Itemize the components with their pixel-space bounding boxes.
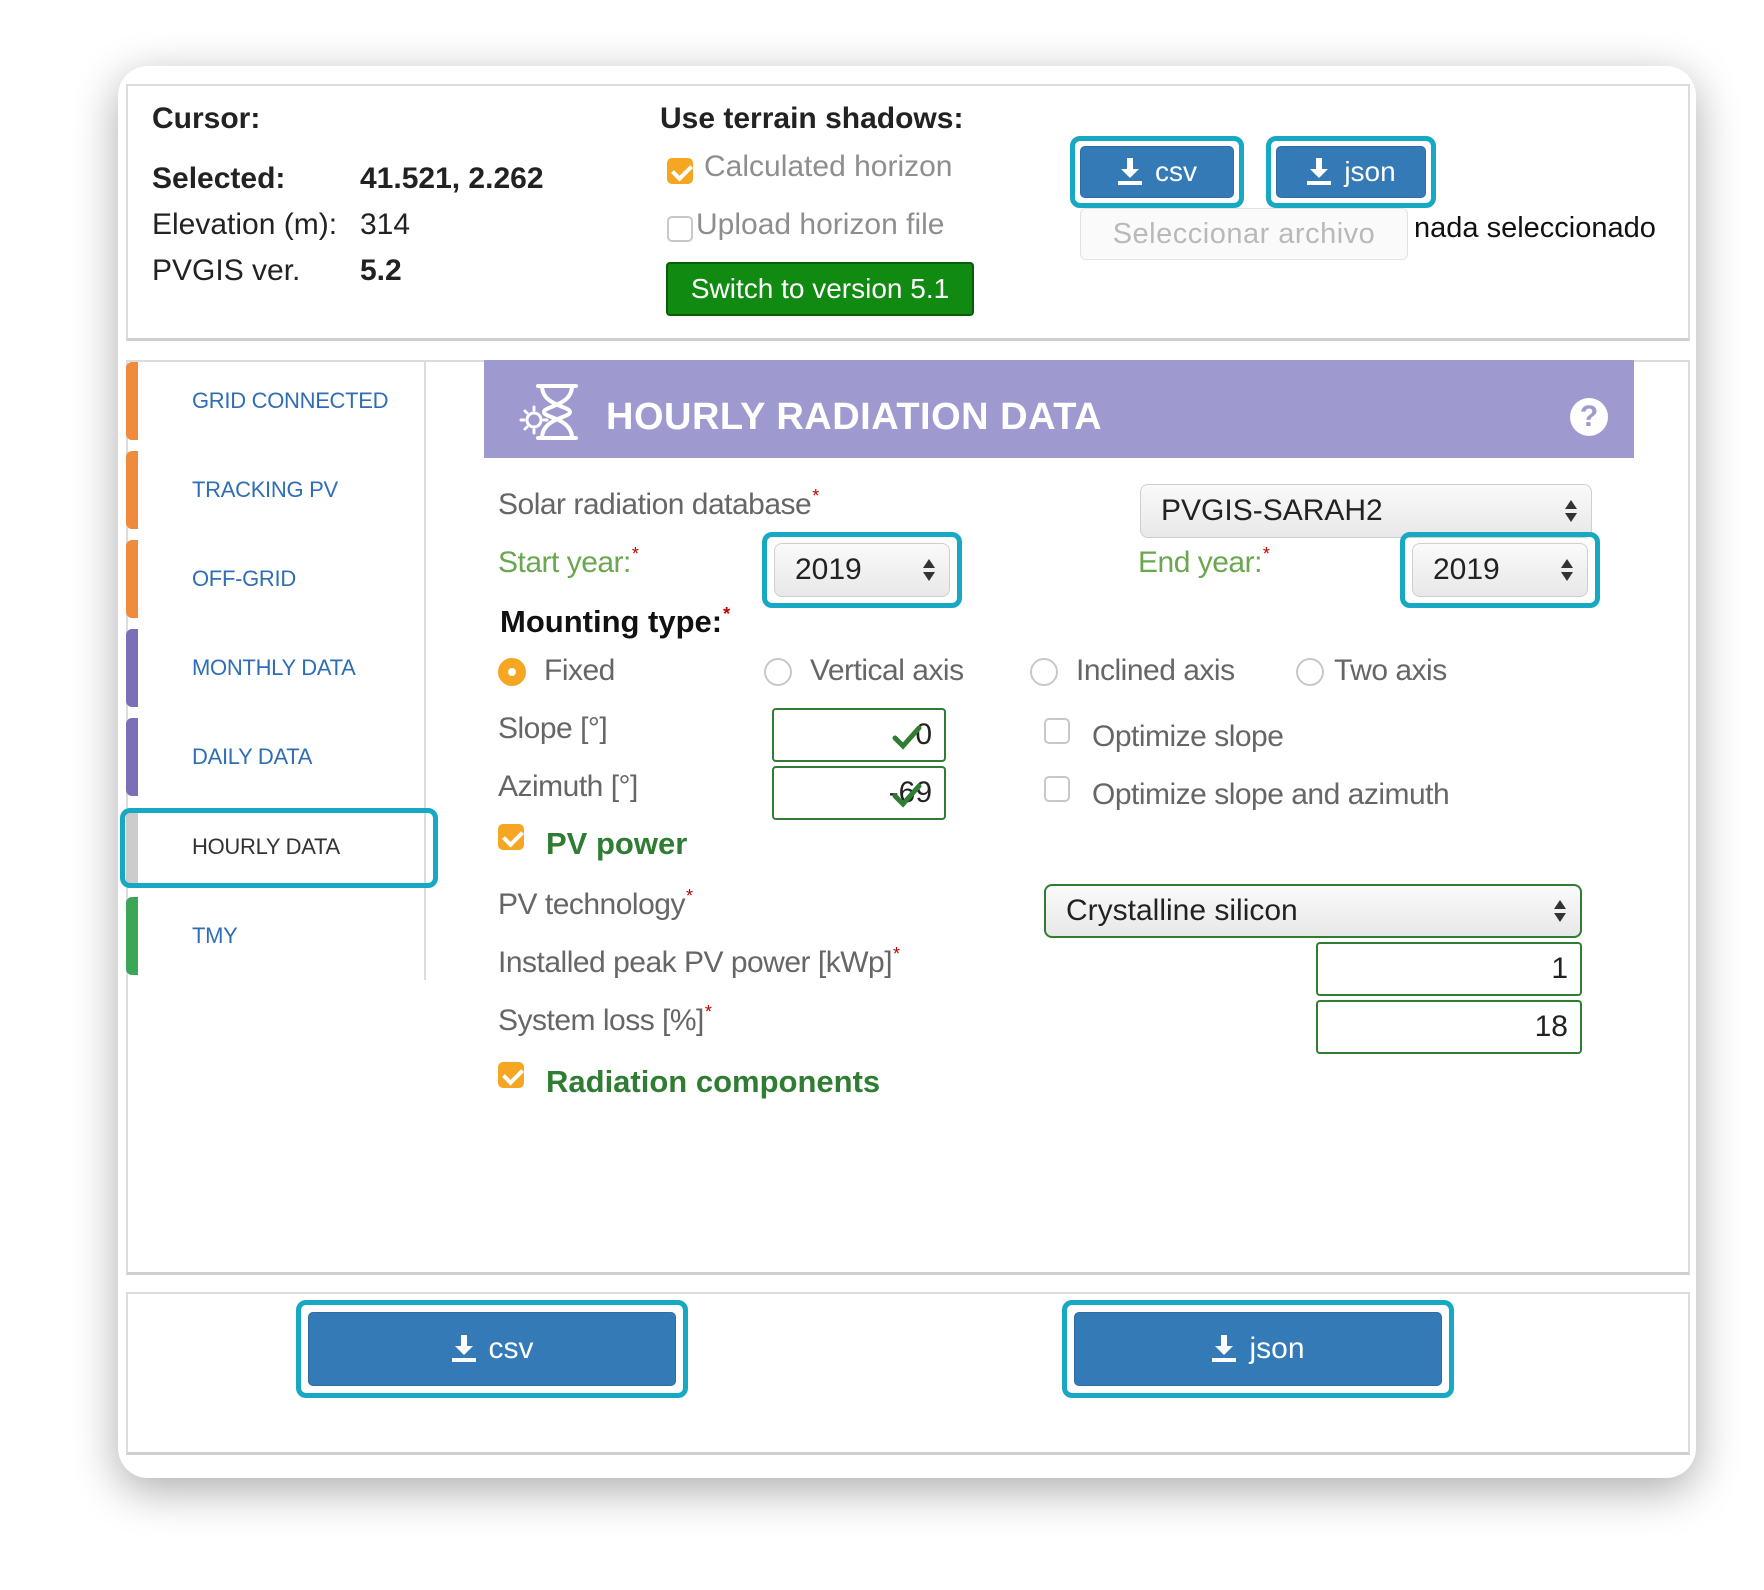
calculated-horizon-checkbox[interactable]: [667, 158, 693, 184]
database-select[interactable]: PVGIS-SARAH2: [1140, 484, 1592, 538]
download-icon: [451, 1335, 476, 1362]
tab-color-bar: [126, 629, 138, 707]
optimize-slope-label: Optimize slope: [1092, 720, 1284, 753]
optimize-slope-checkbox[interactable]: [1044, 718, 1070, 744]
tab-label: OFF-GRID: [192, 566, 296, 591]
hourly-tab-highlight: [120, 808, 438, 888]
pv-power-checkbox[interactable]: [498, 824, 524, 850]
tab-tmy[interactable]: TMY: [126, 897, 422, 975]
tab-color-bar: [126, 451, 138, 529]
choose-file-button[interactable]: Seleccionar archivo: [1080, 208, 1408, 260]
version-label: PVGIS ver.: [152, 254, 301, 287]
upload-horizon-label: Upload horizon file: [696, 208, 945, 241]
selected-coordinates: 41.521, 2.262: [360, 162, 544, 195]
peak-power-label: Installed peak PV power [kWp]*: [498, 944, 900, 979]
tab-color-bar: [126, 362, 138, 440]
radiation-components-label: Radiation components: [546, 1064, 881, 1099]
system-loss-label: System loss [%]*: [498, 1002, 712, 1037]
mounting-two-axis-radio[interactable]: [1296, 658, 1324, 686]
switch-version-button[interactable]: Switch to version 5.1: [666, 262, 974, 316]
end-year-label: End year:*: [1138, 544, 1270, 579]
valid-check-icon: [892, 725, 922, 750]
peak-power-input[interactable]: 1: [1316, 942, 1582, 996]
tab-label: TMY: [192, 923, 238, 948]
tab-color-bar: [126, 540, 138, 618]
end-year-value: 2019: [1433, 553, 1500, 586]
json-top-download-button[interactable]: json: [1276, 146, 1426, 198]
mounting-inclined-label: Inclined axis: [1076, 654, 1235, 687]
tab-label: DAILY DATA: [192, 744, 313, 769]
json-top-label: json: [1344, 156, 1396, 187]
version-value: 5.2: [360, 254, 402, 287]
csv-top-label: csv: [1155, 156, 1197, 187]
terrain-shadows-title: Use terrain shadows:: [660, 102, 964, 135]
mounting-vertical-label: Vertical axis: [810, 654, 964, 687]
select-arrows-icon: [1565, 500, 1577, 522]
system-loss-input[interactable]: 18: [1316, 1000, 1582, 1054]
start-year-label: Start year:*: [498, 544, 639, 579]
pv-power-label: PV power: [546, 826, 688, 861]
pv-technology-value: Crystalline silicon: [1066, 894, 1298, 927]
optimize-slope-azimuth-checkbox[interactable]: [1044, 776, 1070, 802]
tab-color-bar: [126, 718, 138, 796]
radiation-components-checkbox[interactable]: [498, 1062, 524, 1088]
mounting-vertical-radio[interactable]: [764, 658, 792, 686]
tab-grid-connected[interactable]: GRID CONNECTED: [126, 362, 422, 440]
elevation-label: Elevation (m):: [152, 208, 338, 241]
pv-technology-select[interactable]: Crystalline silicon: [1044, 884, 1582, 938]
tab-daily-data[interactable]: DAILY DATA: [126, 718, 422, 796]
azimuth-label: Azimuth [°]: [498, 770, 638, 803]
tab-color-bar: [126, 897, 138, 975]
help-icon[interactable]: ?: [1570, 398, 1608, 436]
csv-top-download-button[interactable]: csv: [1080, 146, 1234, 198]
selected-label: Selected:: [152, 162, 286, 195]
tab-off-grid[interactable]: OFF-GRID: [126, 540, 422, 618]
mounting-inclined-radio[interactable]: [1030, 658, 1058, 686]
database-select-value: PVGIS-SARAH2: [1161, 494, 1383, 527]
mounting-fixed-radio[interactable]: [498, 658, 526, 686]
end-year-select[interactable]: 2019: [1412, 543, 1588, 597]
csv-bottom-label: csv: [488, 1332, 534, 1365]
json-bottom-download-button[interactable]: json: [1074, 1312, 1442, 1386]
section-title: HOURLY RADIATION DATA: [606, 396, 1103, 438]
start-year-value: 2019: [795, 553, 862, 586]
download-icon: [1307, 158, 1332, 185]
download-icon: [1118, 158, 1142, 185]
start-year-select[interactable]: 2019: [774, 543, 950, 597]
select-arrows-icon: [1554, 900, 1566, 922]
valid-check-icon: [892, 783, 922, 808]
tab-label: TRACKING PV: [192, 477, 338, 502]
cursor-label: Cursor:: [152, 102, 261, 135]
file-status-text: nada seleccionado: [1414, 212, 1656, 244]
upload-horizon-checkbox[interactable]: [667, 216, 693, 242]
mounting-type-label: Mounting type:*: [500, 604, 731, 639]
slope-label: Slope [°]: [498, 712, 608, 745]
select-arrows-icon: [923, 559, 935, 581]
tab-label: GRID CONNECTED: [192, 388, 389, 413]
tab-monthly-data[interactable]: MONTHLY DATA: [126, 629, 422, 707]
select-arrows-icon: [1561, 559, 1573, 581]
csv-bottom-download-button[interactable]: csv: [308, 1312, 676, 1386]
tab-tracking-pv[interactable]: TRACKING PV: [126, 451, 422, 529]
hourglass-sun-icon: [519, 384, 578, 440]
calculated-horizon-label: Calculated horizon: [704, 150, 953, 183]
json-bottom-label: json: [1249, 1332, 1305, 1365]
mounting-fixed-label: Fixed: [544, 654, 615, 687]
elevation-value: 314: [360, 208, 411, 241]
tab-label: MONTHLY DATA: [192, 655, 356, 680]
mounting-two-axis-label: Two axis: [1334, 654, 1447, 687]
download-icon: [1212, 1335, 1237, 1362]
optimize-slope-azimuth-label: Optimize slope and azimuth: [1092, 778, 1450, 811]
database-label: Solar radiation database*: [498, 486, 819, 521]
pv-technology-label: PV technology*: [498, 886, 693, 921]
